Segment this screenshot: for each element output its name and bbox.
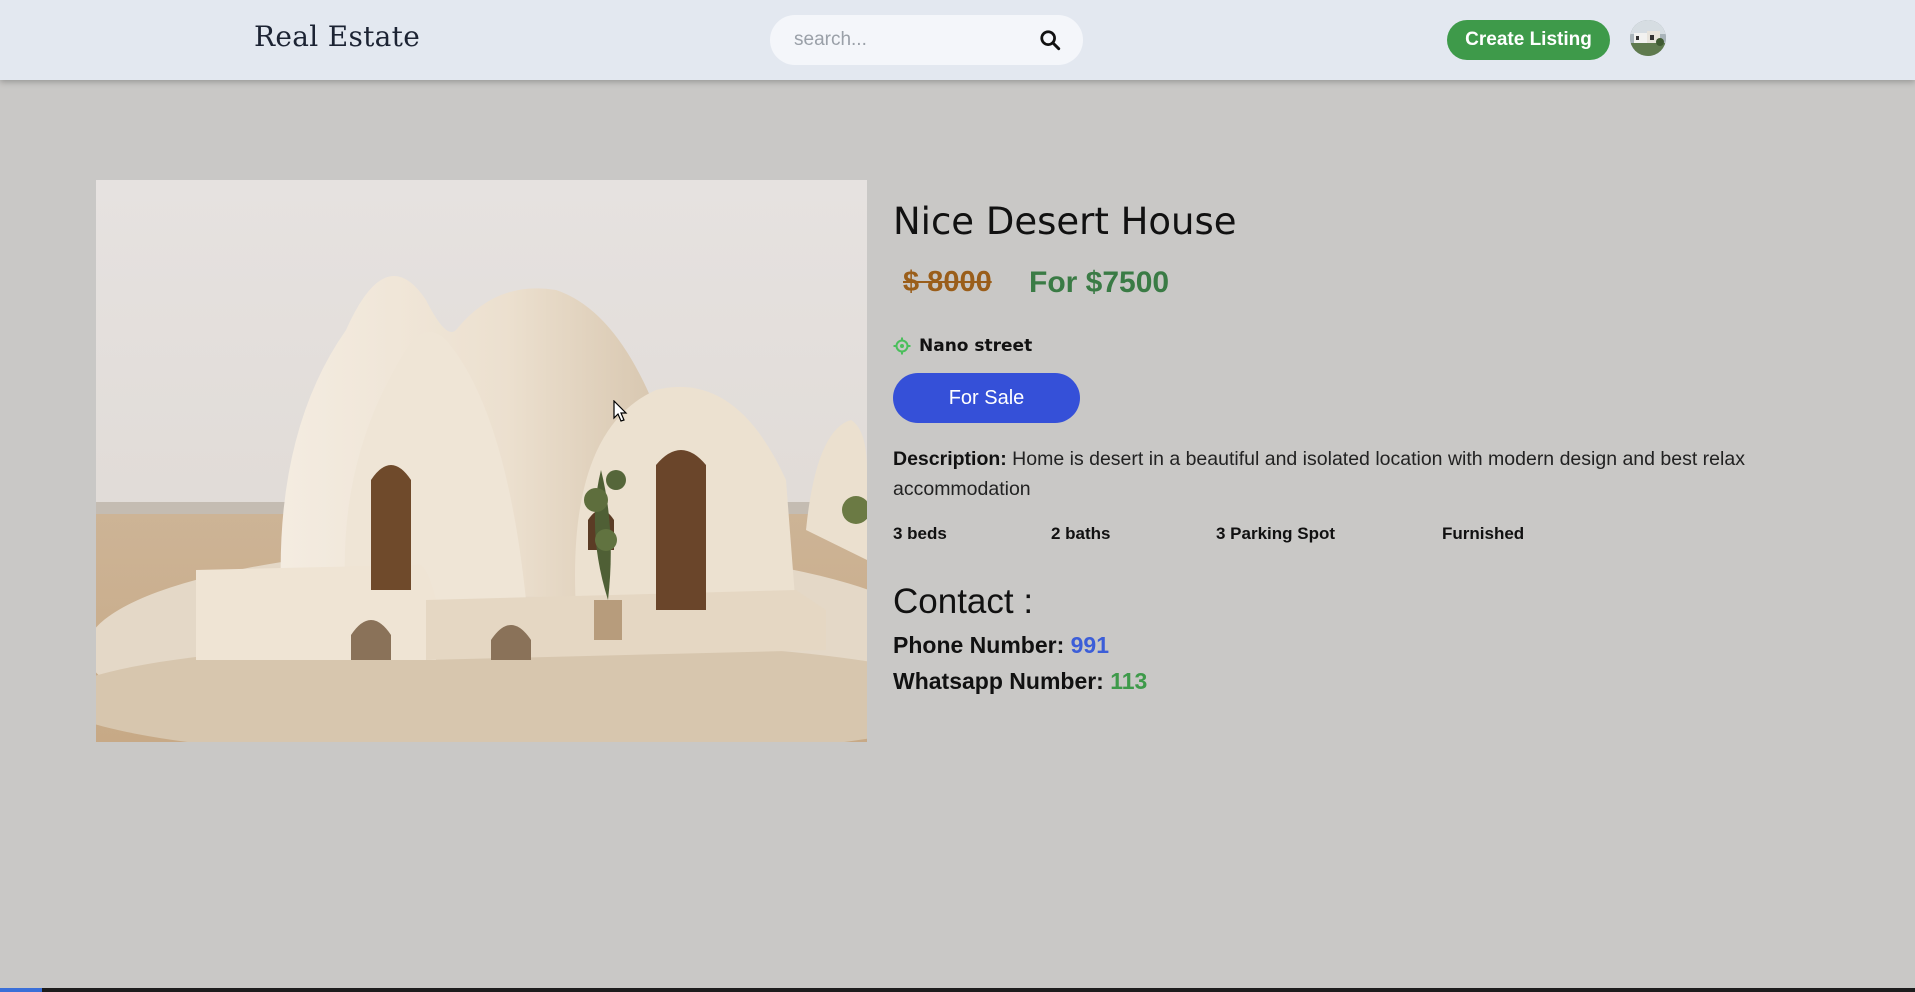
search-icon[interactable] [1039,29,1061,51]
description-text: Home is desert in a beautiful and isolat… [893,448,1745,500]
whatsapp-label: Whatsapp Number: [893,668,1111,694]
discount-price: For $7500 [1029,266,1170,299]
location-icon [893,337,911,355]
taskbar-strip [0,988,1915,992]
taskbar-accent [0,988,42,992]
feature-furnished: Furnished [1442,524,1525,543]
listing-description: Description: Home is desert in a beautif… [893,444,1793,504]
feature-baths: 2 baths [1051,524,1111,543]
listing-title: Nice Desert House [893,200,1237,243]
whatsapp-number: Whatsapp Number: 113 [893,668,1147,695]
phone-number: Phone Number: 991 [893,632,1109,659]
create-listing-button[interactable]: Create Listing [1447,20,1610,60]
site-logo[interactable]: Real Estate [254,20,420,53]
search-bar [770,15,1083,65]
top-navbar: Real Estate Create Listing [0,0,1915,80]
search-input[interactable] [794,27,1024,53]
whatsapp-value[interactable]: 113 [1110,668,1147,694]
listing-address: Nano street [893,334,1032,358]
phone-label: Phone Number: [893,632,1071,658]
avatar-image [1630,20,1666,56]
feature-parking: 3 Parking Spot [1216,524,1336,543]
regular-price: $ 8000 [903,266,992,298]
features-row: 3 beds 2 baths 3 Parking Spot Furnished [893,524,1793,546]
phone-value[interactable]: 991 [1071,632,1109,658]
user-avatar[interactable] [1630,20,1666,56]
mouse-cursor-icon [613,400,628,422]
for-sale-button[interactable]: For Sale [893,373,1080,423]
contact-heading: Contact : [893,582,1034,621]
description-label: Description: [893,448,1007,470]
feature-beds: 3 beds [893,524,947,543]
listing-image [96,180,867,742]
address-text: Nano street [919,336,1033,356]
